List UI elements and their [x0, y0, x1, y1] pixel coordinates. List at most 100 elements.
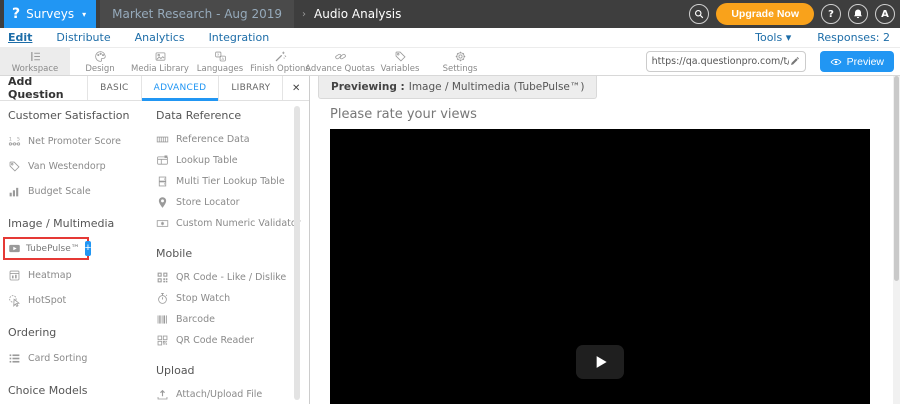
media-library-icon [154, 50, 167, 63]
toolbar-item-label: Variables [381, 64, 420, 74]
tab-basic[interactable]: BASIC [87, 76, 140, 100]
toolbar-item-advance-quotas[interactable]: Advance Quotas [310, 48, 370, 75]
question-type-item[interactable]: Reference Data [156, 129, 306, 150]
design-icon [94, 50, 107, 63]
left-panel-scrollbar[interactable] [294, 106, 300, 400]
nav-link-analytics[interactable]: Analytics [135, 31, 185, 44]
svg-text:x: x [217, 52, 220, 56]
question-column-1: Customer Satisfaction15Net Promoter Scor… [8, 109, 146, 404]
questionpro-app: ? Surveys ▾ Market Research - Aug 2019 ›… [0, 0, 900, 404]
video-player[interactable] [330, 129, 870, 404]
tab-advanced[interactable]: ADVANCED [141, 76, 219, 100]
video-icon [8, 242, 21, 255]
question-type-item[interactable]: Barcode [156, 309, 306, 330]
survey-url-field[interactable] [646, 51, 806, 72]
play-icon [590, 352, 610, 372]
responses-count[interactable]: Responses: 2 [817, 31, 890, 44]
top-bar-actions: Upgrade Now ? A [689, 3, 900, 25]
nav-link-edit[interactable]: Edit [8, 31, 32, 44]
upgrade-now-button[interactable]: Upgrade Now [716, 3, 814, 25]
stopwatch-icon [156, 292, 169, 305]
question-column-2: Data ReferenceReference DataLookup Table… [156, 109, 306, 404]
edit-url-pencil-icon[interactable] [789, 56, 800, 67]
column-gap [146, 109, 156, 404]
nps-icon: 15 [8, 135, 21, 148]
languages-icon: xA [214, 50, 227, 63]
question-type-label: HotSpot [28, 295, 66, 306]
close-panel-icon[interactable]: ✕ [282, 76, 309, 100]
question-type-label: Store Locator [176, 197, 240, 208]
section-title: Ordering [8, 326, 146, 339]
question-type-item[interactable]: 15Net Promoter Score [8, 129, 146, 154]
question-type-label: Custom Numeric Validator [176, 218, 301, 229]
qr-code-icon [156, 271, 169, 284]
section-customer-satisfaction: Customer Satisfaction15Net Promoter Scor… [8, 109, 146, 204]
surveys-label: Surveys [26, 7, 74, 21]
toolbar-item-settings[interactable]: Settings [430, 48, 490, 75]
search-icon[interactable] [689, 4, 709, 24]
wand-icon [274, 50, 287, 63]
surveys-menu-button[interactable]: ? Surveys ▾ [4, 0, 96, 28]
preview-button[interactable]: Preview [820, 51, 894, 72]
question-type-item[interactable]: Attach/Upload File [156, 384, 306, 404]
question-type-item[interactable]: Lookup Table [156, 150, 306, 171]
nav-links: Edit Distribute Analytics Integration [8, 31, 293, 44]
question-type-label: Van Westendorp [28, 161, 106, 172]
nav-link-integration[interactable]: Integration [209, 31, 270, 44]
question-tabs: BASICADVANCEDLIBRARY [87, 76, 282, 100]
toolbar-item-label: Workspace [12, 64, 58, 74]
reference-data-icon [156, 133, 169, 146]
previewing-chip: Previewing : Image / Multimedia (TubePul… [318, 76, 597, 99]
question-type-tubepulse-highlighted[interactable]: TubePulse™+ [3, 237, 89, 260]
qr-reader-icon [156, 334, 169, 347]
preview-scrollbar-thumb[interactable] [894, 76, 899, 281]
question-type-item[interactable]: Multi Tier Lookup Table [156, 171, 306, 192]
play-button[interactable] [576, 345, 624, 379]
question-type-item[interactable]: Stop Watch [156, 288, 306, 309]
section-ordering: Ordering Card Sorting [8, 326, 146, 371]
question-type-item[interactable]: Store Locator [156, 192, 306, 213]
heatmap-icon [8, 269, 21, 282]
section-title: Mobile [156, 247, 306, 260]
notifications-bell-icon[interactable] [848, 4, 868, 24]
question-type-label: Multi Tier Lookup Table [176, 176, 285, 187]
toolbar-item-design[interactable]: Design [70, 48, 130, 75]
question-type-item[interactable]: QR Code - Like / Dislike [156, 267, 306, 288]
toolbar-item-finish-options[interactable]: Finish Options [250, 48, 310, 75]
section-upload: UploadAttach/Upload FileSignature [156, 364, 306, 404]
nav-link-distribute[interactable]: Distribute [56, 31, 110, 44]
question-type-item[interactable]: HotSpot [8, 288, 146, 313]
survey-url-input[interactable] [652, 56, 789, 67]
question-type-item[interactable]: Custom Numeric Validator [156, 213, 306, 234]
breadcrumb-parent[interactable]: Market Research - Aug 2019 [100, 0, 294, 28]
question-type-item[interactable]: QR Code Reader [156, 330, 306, 351]
question-type-item[interactable]: Van Westendorp [8, 154, 146, 179]
question-type-item[interactable]: Heatmap [8, 263, 146, 288]
toolbar-right: Preview [646, 48, 900, 75]
section-title: Image / Multimedia [8, 217, 146, 230]
survey-nav-bar: Edit Distribute Analytics Integration Tools… [0, 28, 900, 47]
toolbar-item-variables[interactable]: Variables [370, 48, 430, 75]
preview-scrollbar[interactable] [893, 76, 900, 404]
help-button[interactable]: ? [821, 4, 841, 24]
breadcrumb-current: Audio Analysis [314, 7, 401, 21]
question-type-item[interactable]: Budget Scale [8, 179, 146, 204]
question-text: Please rate your views [330, 107, 477, 122]
toolbar-item-media-library[interactable]: Media Library [130, 48, 190, 75]
section-title: Upload [156, 364, 306, 377]
numeric-validator-icon [156, 217, 169, 230]
tools-menu[interactable]: Tools ▾ [755, 31, 791, 44]
workspace-toolbar: Workspace DesignMedia LibraryxALanguagesF… [0, 47, 900, 76]
add-question-plus-button[interactable]: + [85, 241, 91, 256]
question-type-item[interactable]: Card Sorting [8, 346, 146, 371]
bar-chart-icon [8, 185, 21, 198]
toolbar-item-workspace[interactable]: Workspace [0, 48, 70, 75]
chain-icon [334, 50, 347, 63]
question-type-label: Heatmap [28, 270, 72, 281]
add-question-title: Add Question [0, 75, 87, 101]
toolbar-item-languages[interactable]: xALanguages [190, 48, 250, 75]
card-sort-icon [8, 352, 21, 365]
question-type-label: Budget Scale [28, 186, 91, 197]
tab-library[interactable]: LIBRARY [218, 76, 282, 100]
avatar[interactable]: A [875, 4, 895, 24]
